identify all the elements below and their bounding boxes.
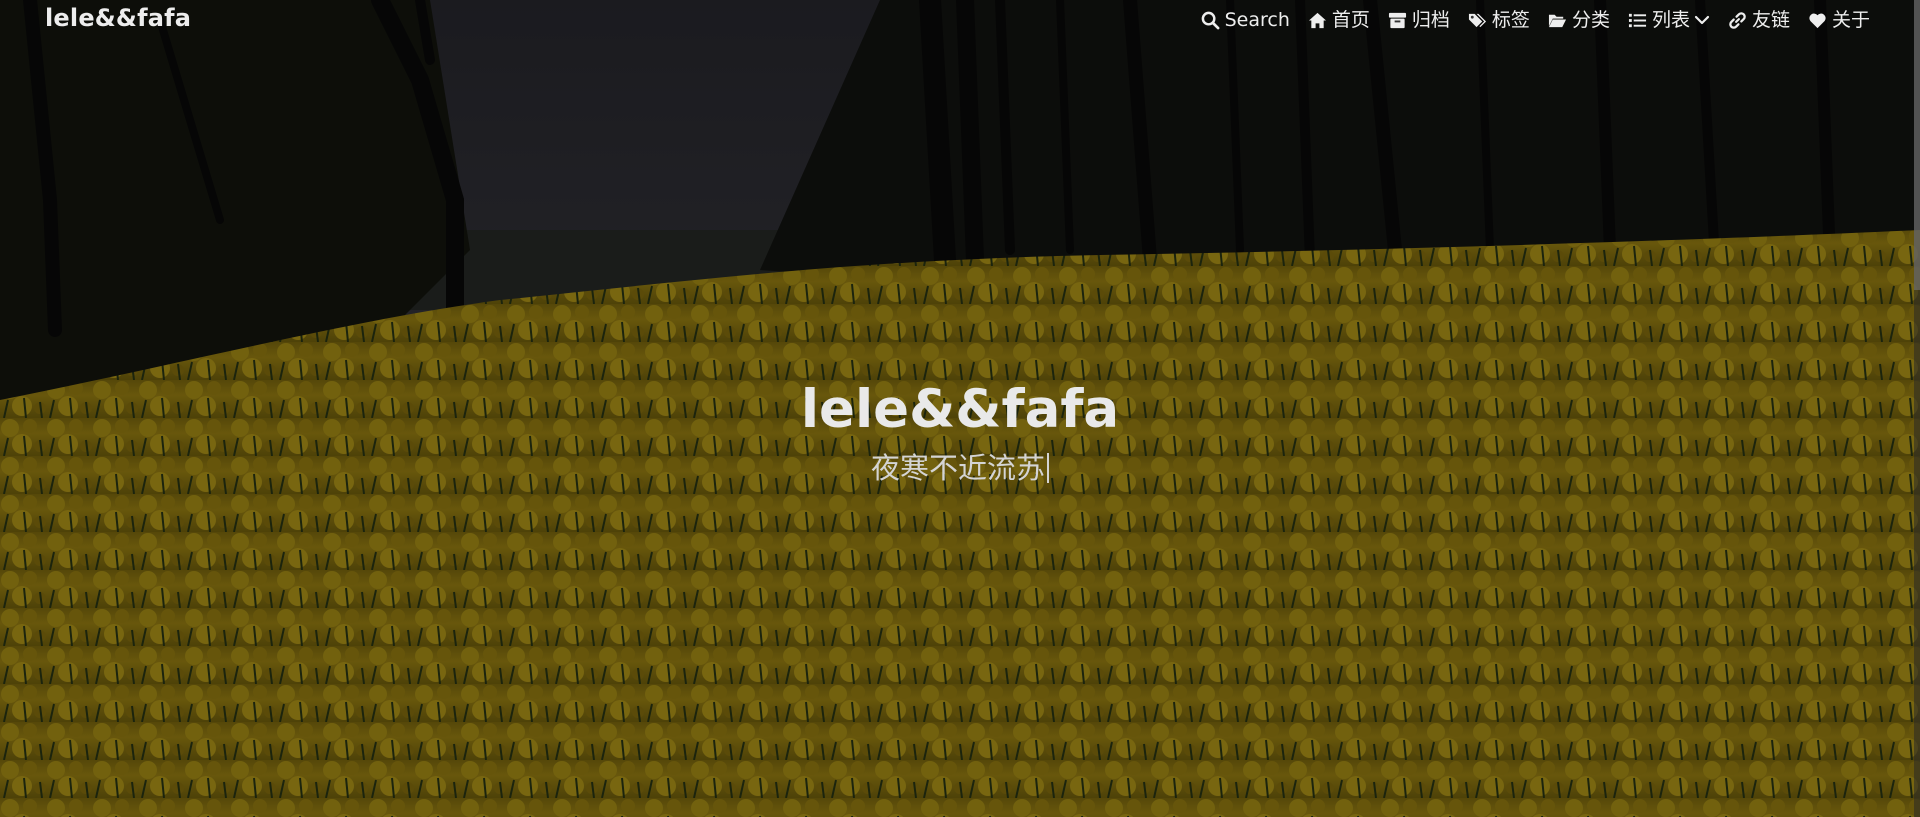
- list-icon: [1628, 13, 1647, 27]
- link-icon: [1729, 11, 1746, 29]
- nav-item-archive[interactable]: 归档: [1388, 6, 1450, 34]
- chevron-down-icon: [1694, 15, 1710, 25]
- scrollbar-thumb[interactable]: [1914, 0, 1920, 290]
- nav-item-search[interactable]: Search: [1201, 6, 1290, 34]
- nav-item-label: Search: [1224, 9, 1290, 31]
- typing-cursor: [1047, 453, 1049, 483]
- nav-item-tags[interactable]: 标签: [1468, 6, 1530, 34]
- page-scrollbar[interactable]: [1914, 0, 1920, 817]
- nav-item-label: 标签: [1491, 9, 1530, 31]
- nav-item-label: 归档: [1411, 9, 1450, 31]
- folder-open-icon: [1548, 14, 1566, 27]
- hero-subtitle: 夜寒不近流苏: [870, 451, 1045, 485]
- top-navbar: lele&&fafa Search 首页 归档 标签 分类 列表 友链 关于: [0, 0, 1920, 40]
- nav-item-label: 分类: [1571, 9, 1610, 31]
- site-brand-link[interactable]: lele&&fafa: [45, 3, 191, 33]
- hero-title: lele&&fafa: [800, 379, 1120, 440]
- nav-item-label: 关于: [1831, 9, 1870, 31]
- home-icon: [1308, 12, 1326, 28]
- hero-heading-block: lele&&fafa 夜寒不近流苏: [0, 378, 1920, 488]
- search-icon: [1201, 11, 1220, 29]
- nav-item-label: 首页: [1331, 9, 1370, 31]
- nav-item-categories[interactable]: 分类: [1548, 6, 1610, 34]
- archive-icon: [1388, 12, 1406, 28]
- nav-item-label: 友链: [1751, 9, 1790, 31]
- tags-icon: [1468, 13, 1486, 27]
- hero-subtitle-line: 夜寒不近流苏: [0, 448, 1920, 488]
- page: lele&&fafa Search 首页 归档 标签 分类 列表 友链 关于 l…: [0, 0, 1920, 817]
- nav-item-list-dropdown[interactable]: 列表: [1628, 6, 1710, 34]
- nav-item-home[interactable]: 首页: [1308, 6, 1370, 34]
- nav-item-label: 列表: [1651, 9, 1690, 31]
- nav-menu: Search 首页 归档 标签 分类 列表 友链 关于: [1201, 6, 1870, 34]
- heart-icon: [1809, 13, 1826, 28]
- nav-item-about[interactable]: 关于: [1808, 6, 1870, 34]
- nav-item-friend-links[interactable]: 友链: [1728, 6, 1790, 34]
